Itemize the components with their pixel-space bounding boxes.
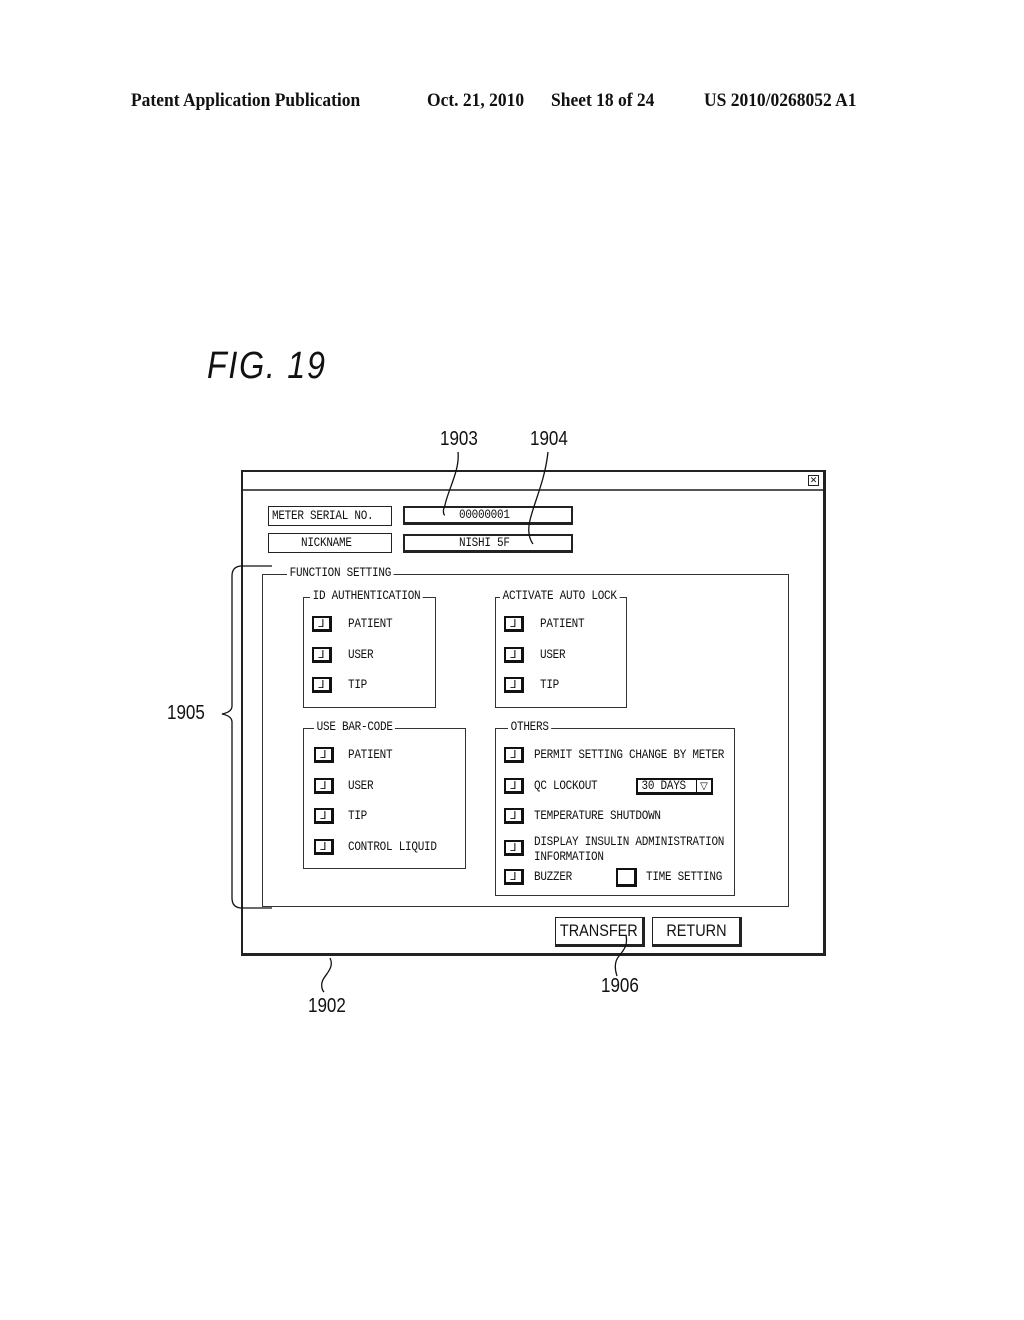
return-button-label: RETURN [665, 921, 727, 940]
bar-code-user-checkbox[interactable]: ⅃ [314, 778, 334, 794]
qc-lockout-select-value: 30 DAYS [641, 779, 687, 793]
buzzer-label: BUZZER [534, 870, 573, 884]
meter-serial-label: METER SERIAL NO. [268, 506, 392, 526]
id-auth-user-checkbox[interactable]: ⅃ [312, 647, 332, 663]
display-insulin-checkbox[interactable]: ⅃ [504, 840, 524, 856]
others-title: OTHERS [508, 720, 552, 734]
temperature-shutdown-checkbox[interactable]: ⅃ [504, 808, 524, 824]
id-auth-tip-checkbox[interactable]: ⅃ [312, 677, 332, 693]
auto-lock-patient-label: PATIENT [540, 617, 585, 631]
ref-1906: 1906 [601, 975, 639, 997]
auto-lock-group: ACTIVATE AUTO LOCK ⅃ PATIENT ⅃ USER ⅃ TI… [495, 589, 627, 708]
id-auth-patient-label: PATIENT [348, 617, 393, 631]
function-setting-group: FUNCTION SETTING ID AUTHENTICATION ⅃ PAT… [262, 566, 789, 907]
time-setting-checkbox[interactable] [616, 868, 637, 887]
id-authentication-group: ID AUTHENTICATION ⅃ PATIENT ⅃ USER ⅃ TIP [303, 589, 436, 708]
meter-serial-label-text: METER SERIAL NO. [272, 509, 374, 523]
display-insulin-label-line1: DISPLAY INSULIN ADMINISTRATION [534, 835, 725, 849]
ref-1905: 1905 [167, 702, 205, 724]
buzzer-checkbox[interactable]: ⅃ [504, 869, 524, 885]
id-auth-tip-label: TIP [348, 678, 368, 692]
function-setting-title: FUNCTION SETTING [287, 566, 394, 580]
title-bar: ✕ [243, 472, 823, 491]
sheet-number: Sheet 18 of 24 [551, 90, 655, 111]
permit-setting-label: PERMIT SETTING CHANGE BY METER [534, 748, 725, 762]
bar-code-control-liquid-label: CONTROL LIQUID [348, 840, 437, 854]
patent-number: US 2010/0268052 A1 [704, 90, 857, 111]
auto-lock-patient-checkbox[interactable]: ⅃ [504, 616, 524, 632]
display-insulin-label-line2: INFORMATION [534, 850, 604, 864]
publication-title: Patent Application Publication [131, 90, 361, 111]
auto-lock-user-checkbox[interactable]: ⅃ [504, 647, 524, 663]
transfer-button[interactable]: TRANSFER [555, 917, 645, 947]
ref-1902: 1902 [308, 995, 346, 1017]
nickname-field[interactable]: NISHI 5F [403, 534, 573, 553]
bar-code-patient-checkbox[interactable]: ⅃ [314, 747, 334, 763]
bar-code-patient-label: PATIENT [348, 748, 393, 762]
time-setting-label: TIME SETTING [646, 870, 723, 884]
figure-label: FIG. 19 [207, 345, 327, 387]
ref-1904: 1904 [530, 428, 568, 450]
nickname-label-text: NICKNAME [301, 536, 352, 550]
auto-lock-tip-checkbox[interactable]: ⅃ [504, 677, 524, 693]
auto-lock-tip-label: TIP [540, 678, 560, 692]
return-button[interactable]: RETURN [652, 917, 742, 947]
ref-1903: 1903 [440, 428, 478, 450]
close-icon[interactable]: ✕ [808, 475, 819, 486]
transfer-button-label: TRANSFER [560, 921, 638, 940]
bar-code-user-label: USER [348, 779, 374, 793]
meter-serial-value: 00000001 [459, 508, 510, 522]
use-bar-code-group: USE BAR-CODE ⅃ PATIENT ⅃ USER ⅃ TIP ⅃ CO… [303, 720, 466, 869]
qc-lockout-checkbox[interactable]: ⅃ [504, 778, 524, 794]
auto-lock-user-label: USER [540, 648, 566, 662]
nickname-value: NISHI 5F [459, 536, 510, 550]
others-group: OTHERS ⅃ PERMIT SETTING CHANGE BY METER … [495, 720, 735, 896]
meter-serial-field[interactable]: 00000001 [403, 506, 573, 525]
temperature-shutdown-label: TEMPERATURE SHUTDOWN [534, 809, 661, 823]
auto-lock-title: ACTIVATE AUTO LOCK [500, 589, 620, 603]
nickname-label: NICKNAME [268, 533, 392, 553]
id-auth-patient-checkbox[interactable]: ⅃ [312, 616, 332, 632]
use-bar-code-title: USE BAR-CODE [314, 720, 396, 734]
leader-1902 [321, 957, 332, 993]
qc-lockout-select[interactable]: 30 DAYS ▽ [636, 778, 713, 795]
chevron-down-icon[interactable]: ▽ [696, 780, 711, 792]
bar-code-tip-checkbox[interactable]: ⅃ [314, 808, 334, 824]
qc-lockout-label: QC LOCKOUT [534, 779, 598, 793]
id-authentication-title: ID AUTHENTICATION [310, 589, 424, 603]
permit-setting-checkbox[interactable]: ⅃ [504, 747, 524, 763]
bar-code-control-liquid-checkbox[interactable]: ⅃ [314, 839, 334, 855]
publication-date: Oct. 21, 2010 [427, 90, 525, 111]
id-auth-user-label: USER [348, 648, 374, 662]
settings-window: ✕ METER SERIAL NO. 00000001 NICKNAME NIS… [241, 470, 826, 956]
bar-code-tip-label: TIP [348, 809, 368, 823]
